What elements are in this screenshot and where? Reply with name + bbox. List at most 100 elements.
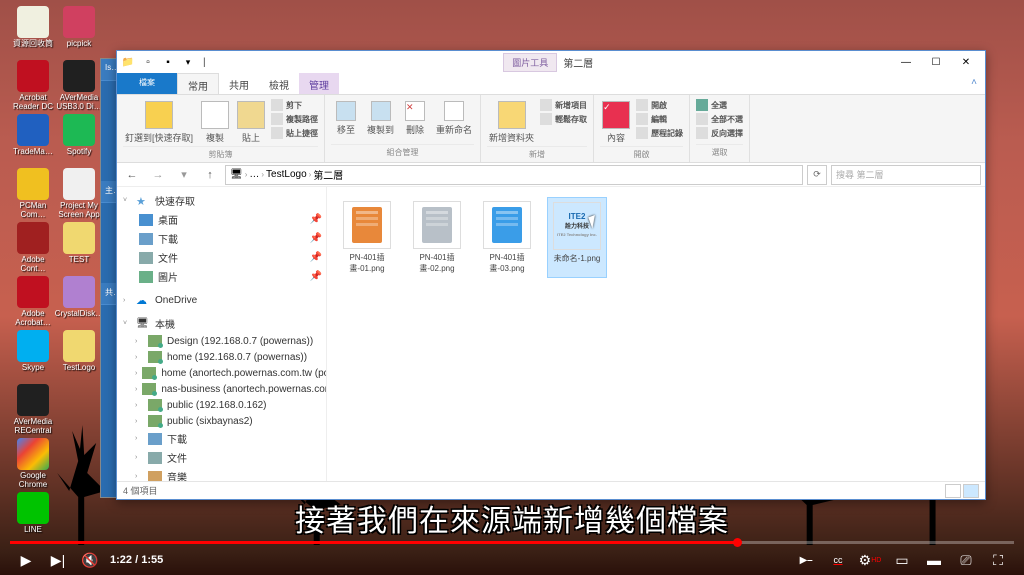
desktop-icon[interactable]: Spotify	[54, 114, 104, 157]
rename-button[interactable]: 重新命名	[434, 99, 474, 138]
autoplay-toggle[interactable]: ▶⎯	[790, 545, 822, 575]
desktop-icon[interactable]: AVerMedia USB3.0 Di…	[54, 60, 104, 112]
nav-onedrive[interactable]: ›OneDrive	[117, 292, 326, 308]
nav-documents[interactable]: 文件📌	[117, 248, 326, 267]
file-explorer-window: 📁 ▫ ▪ ▾ | 圖片工具 第二層 — ☐ ✕ 檔案 常用 共用 檢視 管理 …	[116, 50, 986, 500]
desktop-icon[interactable]: Adobe Acrobat…	[8, 276, 58, 328]
tab-share[interactable]: 共用	[219, 73, 259, 94]
desktop-icon[interactable]: picpick	[54, 6, 104, 49]
newfolder-button[interactable]: 新增資料夾	[487, 99, 536, 146]
desktop-icon[interactable]: Google Chrome	[8, 438, 58, 490]
props-button[interactable]: ✓內容	[600, 99, 632, 146]
copyto-button[interactable]: 複製到	[365, 99, 396, 138]
crumb-folder[interactable]: 第二層	[313, 167, 343, 182]
file-item[interactable]: PN-401插畫-03.png	[477, 197, 537, 278]
progress-bar[interactable]	[10, 541, 1014, 544]
desktop-icon[interactable]: Acrobat Reader DC	[8, 60, 58, 112]
tab-file[interactable]: 檔案	[117, 73, 177, 94]
edit-button[interactable]: 編輯	[636, 113, 683, 125]
maximize-button[interactable]: ☐	[921, 51, 951, 73]
selectnone-button[interactable]: 全部不選	[696, 113, 743, 125]
desktop-icon[interactable]: TestLogo	[54, 330, 104, 373]
ribbon-tabs: 檔案 常用 共用 檢視 管理 ˄	[117, 73, 985, 95]
desktop-icon[interactable]: PCMan Com…	[8, 168, 58, 220]
newitem-button[interactable]: 新增項目	[540, 99, 587, 111]
tab-view[interactable]: 檢視	[259, 73, 299, 94]
selectall-button[interactable]: 全選	[696, 99, 743, 111]
miniplayer-button[interactable]: ▭	[886, 545, 918, 575]
nav-network-drive[interactable]: ›public (sixbaynas2)	[117, 413, 326, 429]
window-title: 第二層	[563, 55, 593, 70]
pastelink-button[interactable]: 貼上捷徑	[271, 127, 318, 139]
file-item[interactable]: PN-401插畫-01.png	[337, 197, 397, 278]
video-player-controls: ▶ ▶| 🔇 1:22 / 1:55 ▶⎯ cc ⚙HD ▭ ▬ ⎚ ⛶	[0, 541, 1024, 575]
desktop-icon[interactable]: 資源回收筒	[8, 6, 58, 49]
ribbon: 釘選到[快速存取] 複製 貼上 剪下 複製路徑 貼上捷徑 剪貼簿 移至 複製到 …	[117, 95, 985, 163]
fullscreen-button[interactable]: ⛶	[982, 545, 1014, 575]
refresh-button[interactable]: ⟳	[807, 165, 827, 185]
open-button[interactable]: 開啟	[636, 99, 683, 111]
nav-music[interactable]: ›音樂	[117, 467, 326, 481]
copypath-button[interactable]: 複製路徑	[271, 113, 318, 125]
moveto-button[interactable]: 移至	[331, 99, 361, 138]
play-button[interactable]: ▶	[10, 545, 42, 575]
nav-network-drive[interactable]: ›home (192.168.0.7 (powernas))	[117, 349, 326, 365]
theater-button[interactable]: ▬	[918, 545, 950, 575]
nav-downloads[interactable]: 下載📌	[117, 229, 326, 248]
desktop-icon[interactable]: Adobe Cont…	[8, 222, 58, 274]
breadcrumb[interactable]: 🖥› …› TestLogo› 第二層	[225, 165, 803, 185]
navigation-pane[interactable]: ˅快速存取 桌面📌 下載📌 文件📌 圖片📌 ›OneDrive ˅本機 ›Des…	[117, 187, 327, 481]
paste-button[interactable]: 貼上	[235, 99, 267, 146]
file-item[interactable]: PN-401插畫-02.png	[407, 197, 467, 278]
nav-forward-button[interactable]: →	[147, 165, 169, 185]
tab-manage[interactable]: 管理	[299, 73, 339, 94]
easyaccess-button[interactable]: 輕鬆存取	[540, 113, 587, 125]
file-list[interactable]: PN-401插畫-01.pngPN-401插畫-02.pngPN-401插畫-0…	[327, 187, 985, 481]
close-button[interactable]: ✕	[951, 51, 981, 73]
pin-button[interactable]: 釘選到[快速存取]	[123, 99, 195, 146]
qat-props-icon[interactable]: ▫	[141, 55, 155, 69]
nav-quick-access[interactable]: ˅快速存取	[117, 191, 326, 210]
nav-back-button[interactable]: ←	[121, 165, 143, 185]
history-button[interactable]: 歷程記錄	[636, 127, 683, 139]
video-caption: 接著我們在來源端新增幾個檔案	[0, 496, 1024, 540]
nav-up-button[interactable]: ↑	[199, 165, 221, 185]
desktop-icon[interactable]: Skype	[8, 330, 58, 373]
minimize-button[interactable]: —	[891, 51, 921, 73]
nav-network-drive[interactable]: ›public (192.168.0.162)	[117, 397, 326, 413]
nav-network-drive[interactable]: ›nas-business (anortech.powernas.com.tw …	[117, 381, 326, 397]
desktop-icon[interactable]: TEST	[54, 222, 104, 265]
selectinvert-button[interactable]: 反向選擇	[696, 127, 743, 139]
desktop-icon[interactable]: Project My Screen App	[54, 168, 104, 220]
ribbon-collapse-icon[interactable]: ˄	[963, 73, 985, 94]
nav-documents[interactable]: ›文件	[117, 448, 326, 467]
qat-new-icon[interactable]: ▪	[161, 55, 175, 69]
desktop-icon[interactable]: TradeMa…	[8, 114, 58, 157]
desktop-icon[interactable]: AVerMedia RECentral	[8, 384, 58, 436]
delete-button[interactable]: ✕刪除	[400, 99, 430, 138]
crumb-folder[interactable]: TestLogo	[266, 169, 307, 180]
nav-pictures[interactable]: 圖片📌	[117, 267, 326, 286]
file-item[interactable]: ITE2詮力科技ITE2 Technology Inc.未命名-1.png	[547, 197, 607, 278]
tab-home[interactable]: 常用	[177, 73, 219, 94]
nav-network-drive[interactable]: ›home (anortech.powernas.com.tw (powerna…	[117, 365, 326, 381]
context-tool-tab[interactable]: 圖片工具	[503, 53, 557, 72]
settings-button[interactable]: ⚙HD	[854, 545, 886, 575]
copy-button[interactable]: 複製	[199, 99, 231, 146]
nav-recent-button[interactable]: ▾	[173, 165, 195, 185]
folder-icon: 📁	[121, 55, 135, 69]
time-display: 1:22 / 1:55	[110, 554, 163, 566]
nav-thispc[interactable]: ˅本機	[117, 314, 326, 333]
next-button[interactable]: ▶|	[42, 545, 74, 575]
nav-desktop[interactable]: 桌面📌	[117, 210, 326, 229]
address-bar: ← → ▾ ↑ 🖥› …› TestLogo› 第二層 ⟳ 搜尋 第二層	[117, 163, 985, 187]
nav-downloads[interactable]: ›下載	[117, 429, 326, 448]
captions-button[interactable]: cc	[822, 545, 854, 575]
cut-button[interactable]: 剪下	[271, 99, 318, 111]
desktop-icon[interactable]: CrystalDisk…	[54, 276, 104, 319]
nav-network-drive[interactable]: ›Design (192.168.0.7 (powernas))	[117, 333, 326, 349]
cast-button[interactable]: ⎚	[950, 545, 982, 575]
titlebar[interactable]: 📁 ▫ ▪ ▾ | 圖片工具 第二層 — ☐ ✕	[117, 51, 985, 73]
search-input[interactable]: 搜尋 第二層	[831, 165, 981, 185]
mute-button[interactable]: 🔇	[74, 545, 106, 575]
